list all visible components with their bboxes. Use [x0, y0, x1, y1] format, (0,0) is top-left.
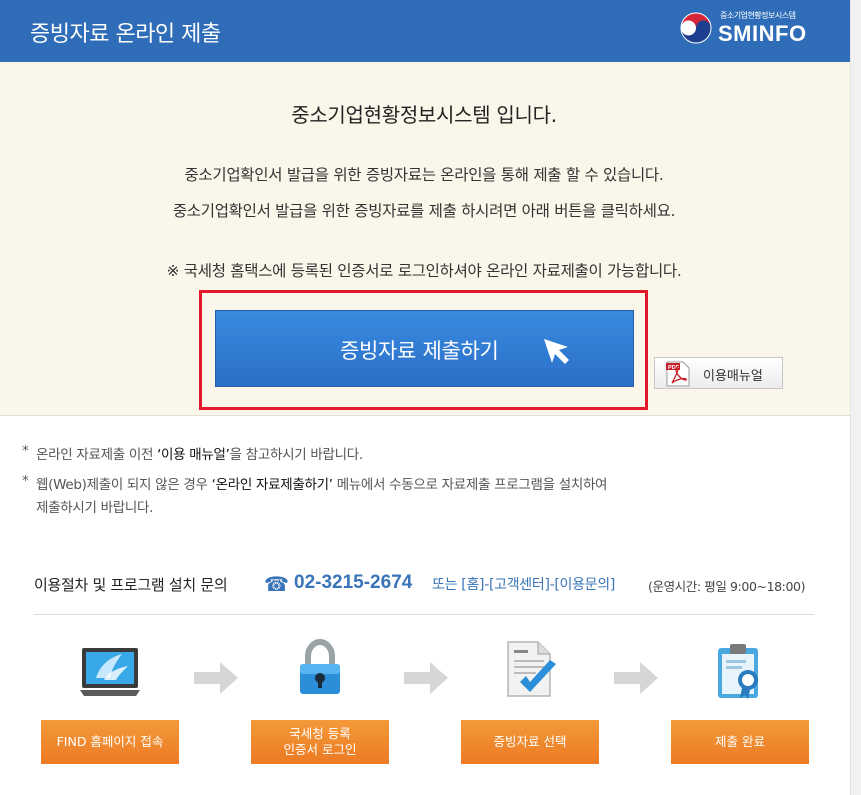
sminfo-logo[interactable]: 중소기업현황정보시스템 SMINFO [680, 10, 830, 52]
hero-description-line2: 중소기업확인서 발급을 위한 증빙자료를 제출 하시려면 아래 버튼을 클릭하세… [172, 202, 676, 220]
step-arrow-icon [404, 662, 448, 694]
hero-section: 중소기업현황정보시스템 입니다. 중소기업확인서 발급을 위한 증빙자료는 온라… [0, 62, 850, 416]
note-bullet: * [22, 443, 29, 459]
note-bullet: * [22, 473, 29, 489]
contact-info: 이용절차 및 프로그램 설치 문의 ☎ 02-3215-2674 또는 [홈]-… [34, 572, 824, 598]
hero-title: 중소기업현황정보시스템 입니다. [291, 103, 557, 127]
note1-emphasis-manual: ‘이용 매뉴얼’ [157, 447, 230, 463]
step-arrow-icon [614, 662, 658, 694]
user-manual-label: 이용매뉴얼 [703, 369, 763, 384]
step-arrow-icon [194, 662, 238, 694]
clipboard-badge-icon [718, 644, 758, 699]
submit-evidence-label: 증빙자료 제출하기 [340, 339, 499, 363]
note1-text-post: 을 참고하시기 바랍니다. [229, 447, 363, 463]
step-submission-complete[interactable]: 제출 완료 [671, 720, 809, 764]
note2-text-pre: 웹(Web)제출이 되지 않은 경우 [36, 477, 212, 493]
submit-evidence-button[interactable]: 증빙자료 제출하기 [215, 310, 634, 387]
phone-number: 02-3215-2674 [294, 572, 413, 593]
hero-description-line1: 중소기업확인서 발급을 위한 증빙자료는 온라인을 통해 제출 할 수 있습니다… [184, 166, 664, 184]
page-scrollbar[interactable] [850, 0, 861, 795]
monitor-icon [80, 648, 140, 696]
page-title: 증빙자료 온라인 제출 [30, 22, 221, 47]
document-check-icon [507, 641, 556, 697]
note2-text-post: 메뉴에서 수동으로 자료제출 프로그램을 설치하여 [332, 477, 608, 493]
note2-emphasis-online-submit: ‘온라인 자료제출하기’ [211, 477, 333, 493]
contact-divider [34, 614, 814, 615]
taegeuk-logo-icon [680, 12, 712, 44]
operating-hours: (운영시간: 평일 9:00~18:00) [648, 579, 806, 594]
logo-wordmark: SMINFO [718, 21, 807, 46]
step-certificate-login[interactable]: 국세청 등록 인증서 로그인 [251, 720, 389, 764]
lock-icon [300, 638, 340, 694]
user-manual-button[interactable]: PDF 이용매뉴얼 [654, 357, 783, 389]
phone-icon: ☎ [264, 572, 289, 596]
logo-subtitle: 중소기업현황정보시스템 [720, 11, 796, 20]
pdf-icon: PDF [666, 361, 690, 387]
step-find-homepage[interactable]: FIND 홈페이지 접속 [41, 720, 179, 764]
step-select-evidence[interactable]: 증빙자료 선택 [461, 720, 599, 764]
certificate-notice: ※ 국세청 홈택스에 등록된 인증서로 로그인하셔야 온라인 자료제출이 가능합… [166, 262, 682, 280]
contact-label: 이용절차 및 프로그램 설치 문의 [34, 576, 228, 594]
note1-text-pre: 온라인 자료제출 이전 [36, 447, 158, 463]
page-header: 증빙자료 온라인 제출 중소기업현황정보시스템 SMINFO [0, 0, 850, 62]
contact-menu-path: 또는 [홈]-[고객센터]-[이용문의] [432, 577, 616, 593]
note2-continuation: 제출하시기 바랍니다. [36, 500, 154, 516]
pointer-cursor-icon [544, 339, 569, 364]
